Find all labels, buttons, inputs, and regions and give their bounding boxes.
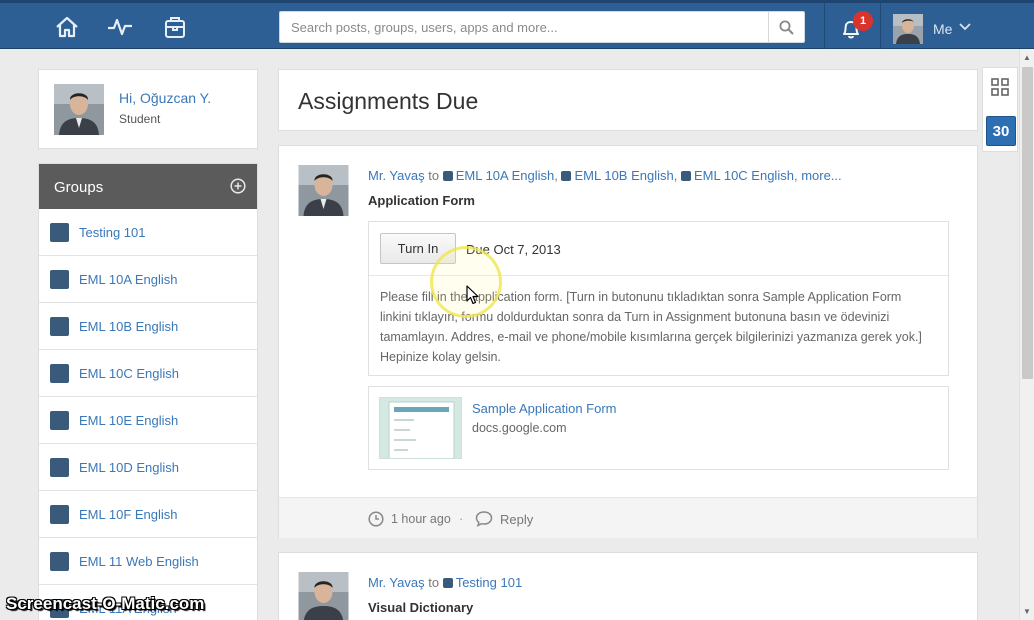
assignment-post: Mr. Yavaş to EML 10A English, EML 10B En… <box>278 145 978 538</box>
reply-link[interactable]: Reply <box>500 512 533 527</box>
group-label[interactable]: EML 10C English <box>79 366 179 381</box>
post-footer: 1 hour ago · Reply <box>279 497 977 538</box>
notification-badge[interactable]: 1 <box>853 11 873 31</box>
home-icon[interactable] <box>53 13 81 41</box>
group-icon <box>50 364 69 383</box>
group-icon <box>680 171 691 181</box>
group-label[interactable]: EML 11 Web English <box>79 554 199 569</box>
more-groups-link[interactable]: more... <box>801 168 841 183</box>
calendar-icon[interactable]: 30 <box>986 116 1016 146</box>
scroll-up-icon[interactable]: ▲ <box>1023 53 1031 62</box>
post-group[interactable]: EML 10C English <box>694 168 794 183</box>
group-label[interactable]: EML 10D English <box>79 460 179 475</box>
avatar[interactable] <box>893 14 923 44</box>
post-to: to <box>428 168 440 183</box>
me-menu-label[interactable]: Me <box>933 21 952 37</box>
post-meta: Mr. Yavaş to EML 10A English, EML 10B En… <box>368 168 842 183</box>
topbar-divider <box>824 3 825 49</box>
group-icon <box>50 223 69 242</box>
scroll-thumb[interactable] <box>1022 67 1033 379</box>
group-icon <box>50 411 69 430</box>
attachment-title[interactable]: Sample Application Form <box>472 401 617 416</box>
assignment-post: Mr. Yavaş to Testing 101 Visual Dictiona… <box>278 552 978 620</box>
post-author[interactable]: Mr. Yavaş <box>368 575 425 590</box>
group-icon <box>50 458 69 477</box>
post-timestamp: 1 hour ago <box>391 512 451 526</box>
sidebar-item-group[interactable]: Testing 101 <box>39 209 257 256</box>
right-rail: 30 <box>982 67 1018 152</box>
group-icon <box>50 270 69 289</box>
apps-grid-icon[interactable] <box>991 78 1009 96</box>
search-icon <box>779 20 794 35</box>
post-group[interactable]: EML 10A English <box>456 168 555 183</box>
page-header: Assignments Due <box>278 69 978 131</box>
avatar[interactable] <box>54 84 104 135</box>
group-icon <box>442 171 453 181</box>
cursor-highlight <box>430 246 502 318</box>
avatar[interactable] <box>298 165 349 216</box>
chevron-down-icon[interactable] <box>959 23 971 31</box>
group-icon <box>50 552 69 571</box>
post-author[interactable]: Mr. Yavaş <box>368 168 425 183</box>
groups-panel: Groups Testing 101 EML 10A English EML 1… <box>38 163 258 620</box>
profile-greeting[interactable]: Hi, Oğuzcan Y. <box>119 90 211 106</box>
group-icon <box>442 578 453 588</box>
sidebar-item-group[interactable]: EML 10D English <box>39 444 257 491</box>
topbar-divider <box>880 3 881 49</box>
profile-card: Hi, Oğuzcan Y. Student <box>38 69 258 149</box>
search-box <box>279 11 805 43</box>
attachment-domain: docs.google.com <box>472 421 567 435</box>
watermark: Screencast-O-Matic.com <box>6 594 205 613</box>
group-icon <box>50 317 69 336</box>
top-navigation-bar: 1 Me <box>0 0 1034 49</box>
sidebar-item-group[interactable]: EML 10E English <box>39 397 257 444</box>
group-label[interactable]: EML 10B English <box>79 319 178 334</box>
avatar[interactable] <box>298 572 349 620</box>
profile-role: Student <box>119 112 161 126</box>
group-label[interactable]: EML 10A English <box>79 272 178 287</box>
page-title: Assignments Due <box>298 88 479 114</box>
mouse-cursor-icon <box>466 285 479 305</box>
sidebar-item-group[interactable]: EML 10C English <box>39 350 257 397</box>
groups-header: Groups <box>39 164 257 209</box>
sidebar-item-group[interactable]: EML 10F English <box>39 491 257 538</box>
clock-icon <box>368 511 384 527</box>
attachment-card[interactable]: Sample Application Form docs.google.com <box>368 386 949 470</box>
search-input[interactable] <box>280 12 769 42</box>
scrollbar[interactable]: ▲ ▼ <box>1019 49 1034 620</box>
groups-title: Groups <box>54 179 104 196</box>
separator-dot: · <box>459 511 464 526</box>
search-button[interactable] <box>768 12 804 42</box>
sidebar-item-group[interactable]: EML 10B English <box>39 303 257 350</box>
post-group[interactable]: Testing 101 <box>456 575 523 590</box>
reply-icon[interactable] <box>475 510 493 527</box>
post-to: to <box>428 575 440 590</box>
backpack-icon[interactable] <box>161 13 189 41</box>
group-label[interactable]: EML 10F English <box>79 507 178 522</box>
post-group[interactable]: EML 10B English <box>574 168 673 183</box>
add-group-icon[interactable] <box>230 178 246 194</box>
post-meta: Mr. Yavaş to Testing 101 <box>368 575 522 590</box>
sidebar-item-group[interactable]: EML 11 Web English <box>39 538 257 585</box>
group-icon <box>561 171 572 181</box>
sidebar-item-group[interactable]: EML 10A English <box>39 256 257 303</box>
scroll-down-icon[interactable]: ▼ <box>1023 607 1031 616</box>
group-label[interactable]: EML 10E English <box>79 413 178 428</box>
activity-icon[interactable] <box>106 13 134 41</box>
group-icon <box>50 505 69 524</box>
group-label[interactable]: Testing 101 <box>79 225 146 240</box>
attachment-thumbnail[interactable] <box>379 397 462 459</box>
post-title: Application Form <box>368 193 475 208</box>
post-title: Visual Dictionary <box>368 600 474 615</box>
